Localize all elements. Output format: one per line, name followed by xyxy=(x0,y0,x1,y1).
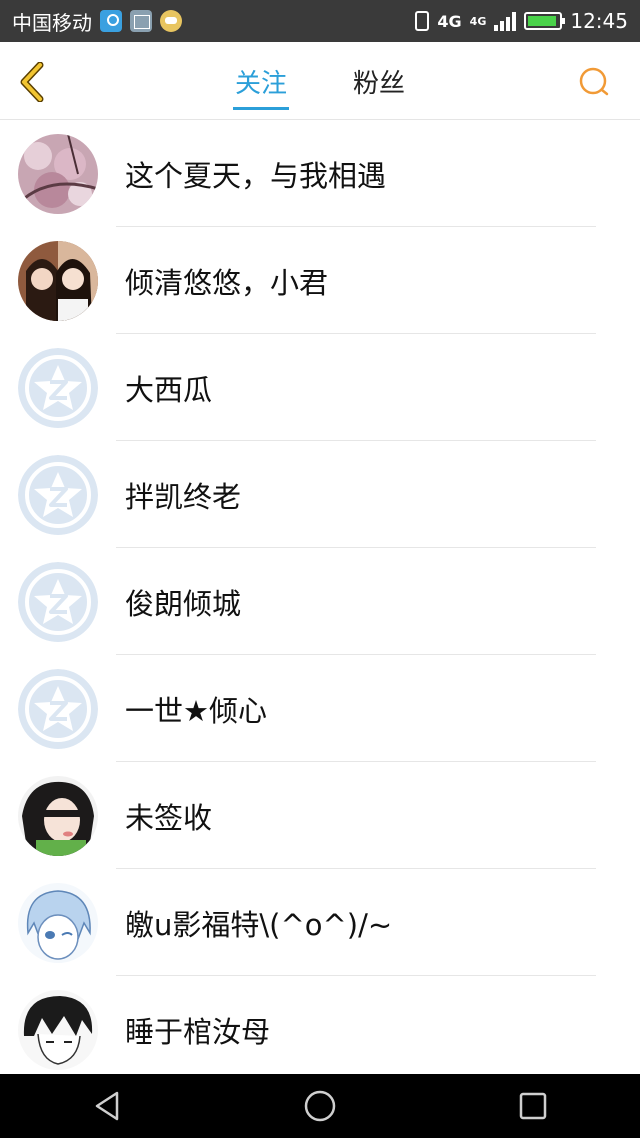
tab-following[interactable]: 关注 xyxy=(232,63,290,110)
app-header: 关注 粉丝 xyxy=(0,42,640,120)
status-bar: 中国移动 4G 4G 12:45 xyxy=(0,0,640,42)
avatar xyxy=(18,882,98,963)
search-icon xyxy=(579,67,609,96)
location-icon xyxy=(100,10,122,32)
contact-name: 一世★倾心 xyxy=(125,693,267,728)
default-avatar-icon xyxy=(18,454,98,535)
default-avatar-icon xyxy=(18,347,98,428)
list-item[interactable]: 这个夏天，与我相遇 xyxy=(0,120,640,227)
network-type: 4G xyxy=(437,11,462,31)
vibrate-icon xyxy=(415,11,430,31)
contact-name: 这个夏天，与我相遇 xyxy=(125,158,387,193)
avatar xyxy=(18,775,98,856)
avatar xyxy=(18,989,98,1070)
default-avatar-icon xyxy=(18,668,98,749)
contact-name: 皦u影福特\(^o^)/~ xyxy=(125,907,393,942)
chat-icon xyxy=(160,10,182,32)
tab-bar: 关注 粉丝 xyxy=(0,42,640,120)
avatar xyxy=(18,133,98,214)
following-list: 这个夏天，与我相遇 倾清悠悠，小君 大西瓜 拌凯终老 俊朗倾城 一世★倾心 未签… xyxy=(0,120,640,1083)
list-item[interactable]: 未签收 xyxy=(0,762,640,869)
avatar xyxy=(18,240,98,321)
avatar xyxy=(18,454,98,535)
carrier-label: 中国移动 xyxy=(12,10,92,35)
list-item[interactable]: 倾清悠悠，小君 xyxy=(0,227,640,334)
list-item[interactable]: 大西瓜 xyxy=(0,334,640,441)
default-avatar-icon xyxy=(18,561,98,642)
list-item[interactable]: 拌凯终老 xyxy=(0,441,640,548)
recents-square-icon xyxy=(520,1092,547,1120)
signal-icon xyxy=(494,11,517,31)
search-button[interactable] xyxy=(578,66,610,98)
contact-name: 拌凯终老 xyxy=(125,479,242,514)
nav-home-button[interactable] xyxy=(290,1076,350,1136)
list-item[interactable]: 一世★倾心 xyxy=(0,655,640,762)
home-circle-icon xyxy=(304,1090,336,1122)
contact-name: 大西瓜 xyxy=(125,372,213,407)
contact-name: 未签收 xyxy=(125,800,213,835)
contact-name: 俊朗倾城 xyxy=(125,586,242,621)
tab-fans[interactable]: 粉丝 xyxy=(351,63,407,100)
back-triangle-icon xyxy=(95,1091,118,1121)
system-nav-bar xyxy=(0,1074,640,1138)
avatar xyxy=(18,561,98,642)
contact-name: 睡于棺汝母 xyxy=(125,1014,271,1049)
list-item[interactable]: 睡于棺汝母 xyxy=(0,976,640,1083)
nav-back-button[interactable] xyxy=(77,1076,137,1136)
list-item[interactable]: 皦u影福特\(^o^)/~ xyxy=(0,869,640,976)
list-item[interactable]: 俊朗倾城 xyxy=(0,548,640,655)
network-type-small: 4G xyxy=(469,15,487,28)
contact-name: 倾清悠悠，小君 xyxy=(125,265,329,300)
avatar xyxy=(18,668,98,749)
nav-recents-button[interactable] xyxy=(503,1076,563,1136)
battery-icon xyxy=(524,12,566,30)
clock: 12:45 xyxy=(570,9,628,33)
gallery-icon xyxy=(130,10,152,32)
avatar xyxy=(18,347,98,428)
